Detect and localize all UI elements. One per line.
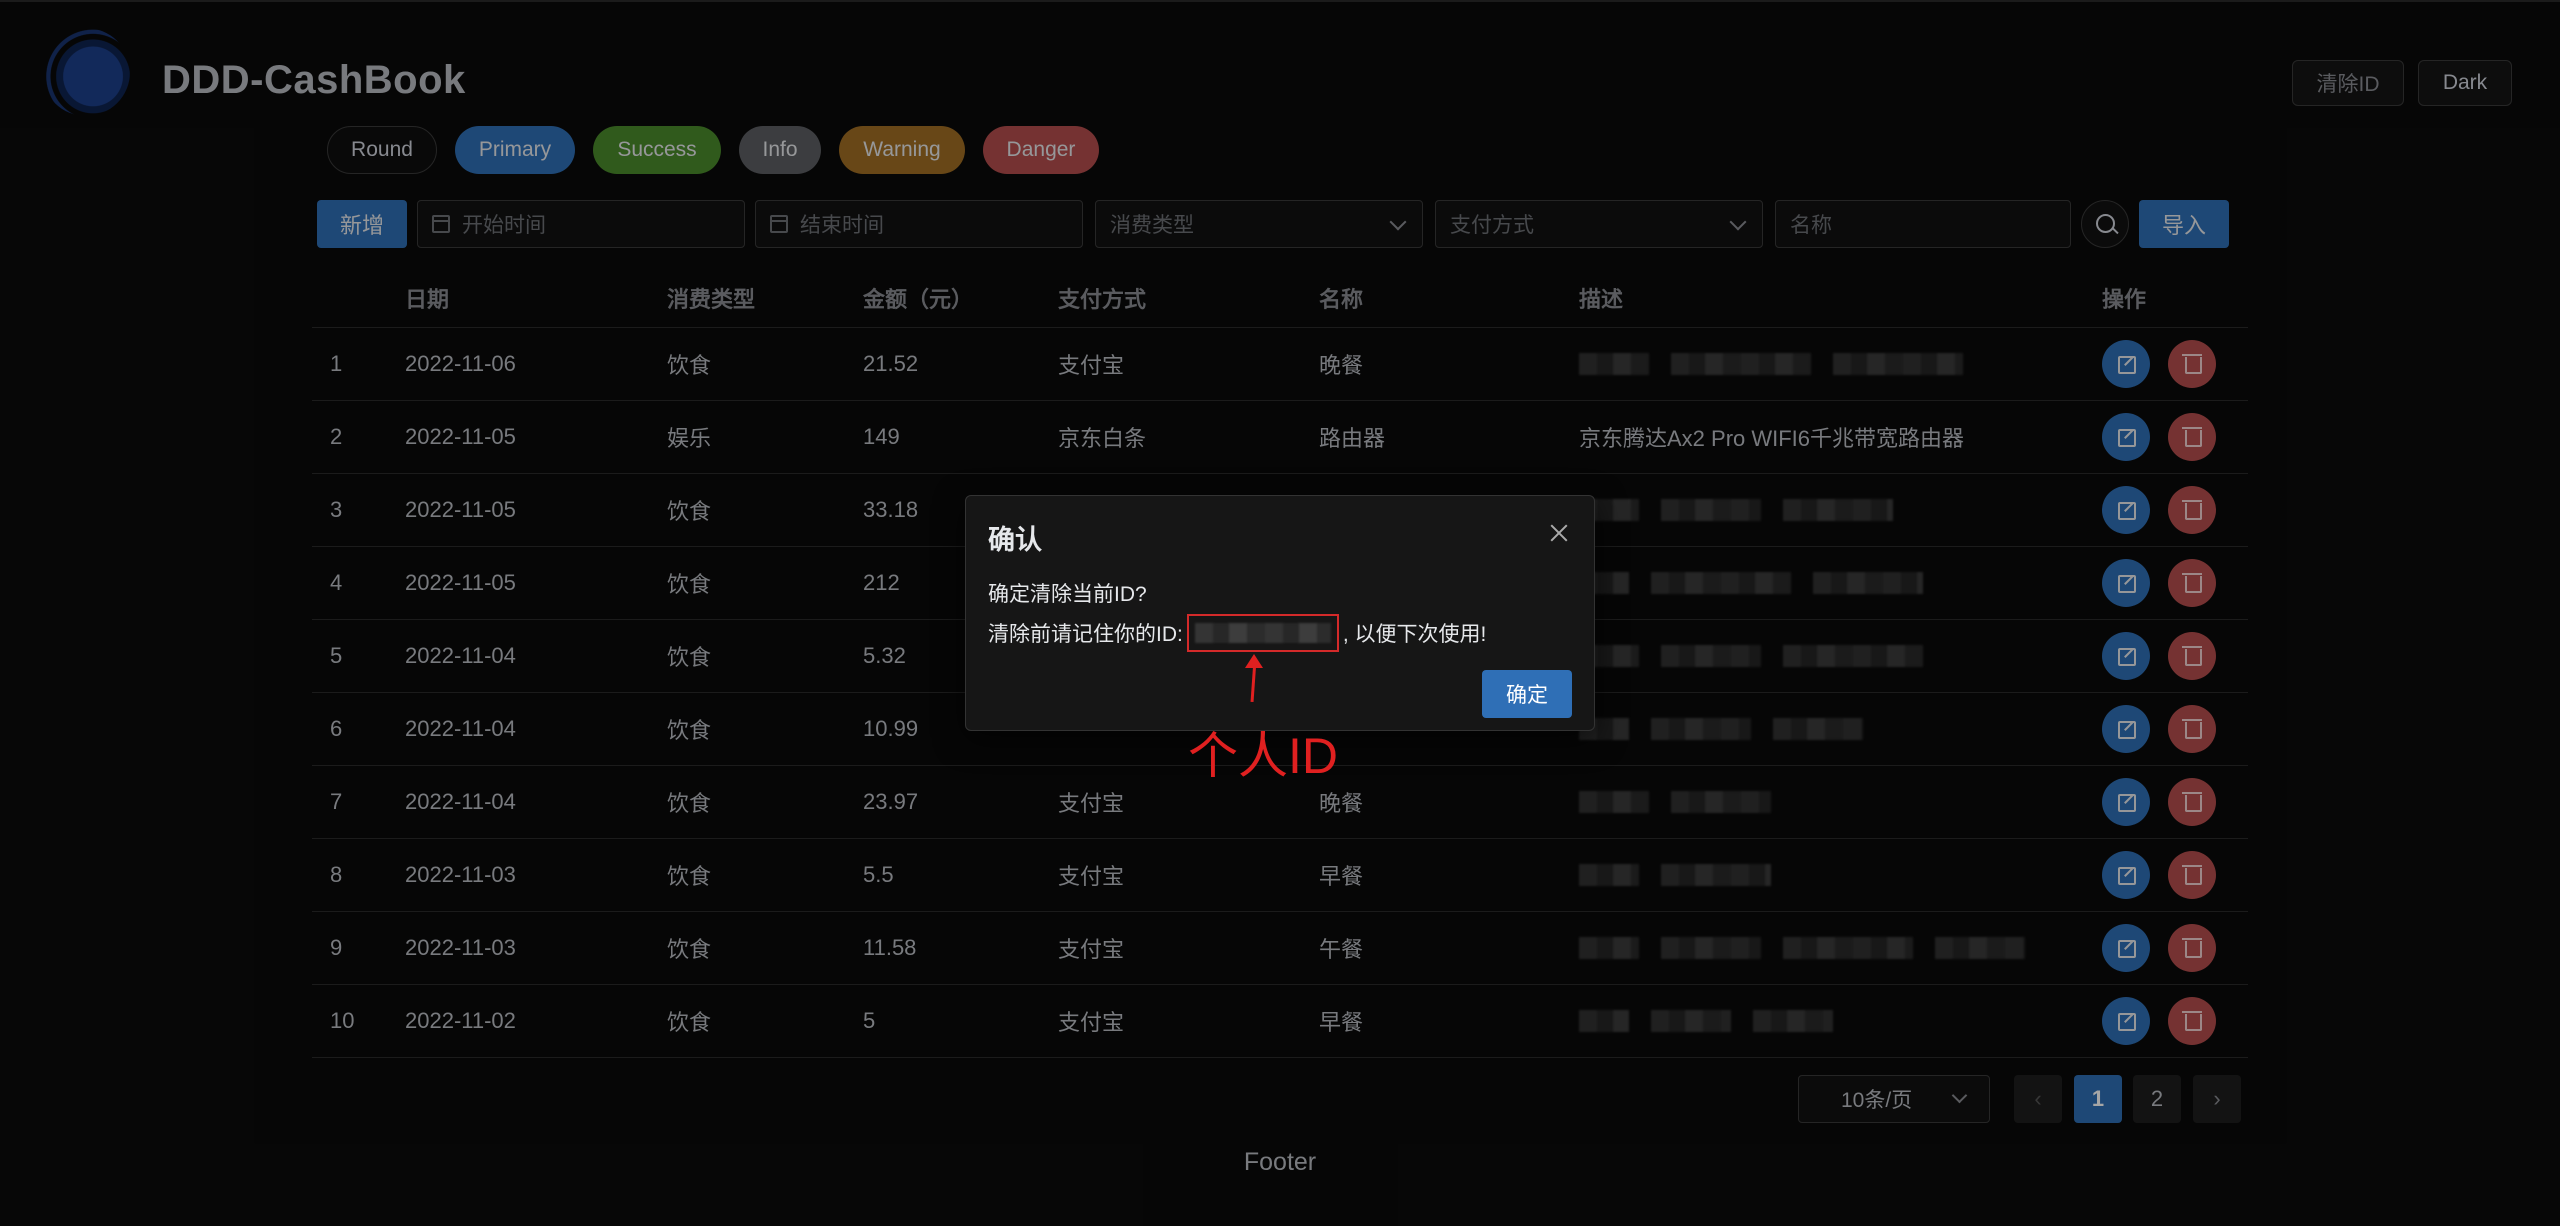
annotation-label: 个人ID xyxy=(1188,728,1338,784)
dialog-title: 确认 xyxy=(988,525,1042,555)
close-icon[interactable] xyxy=(1548,522,1570,544)
redacted-id xyxy=(1194,623,1331,643)
dialog-message: 确定清除当前ID? xyxy=(988,583,1147,606)
dialog-id-suffix: , 以便下次使用! xyxy=(1342,623,1487,646)
dialog-id-prefix: 清除前请记住你的ID: xyxy=(988,623,1183,646)
dialog-id-message: 清除前请记住你的ID: , 以便下次使用! xyxy=(988,614,1486,652)
confirm-dialog: 确认 确定清除当前ID? 清除前请记住你的ID: , 以便下次使用! 确定 xyxy=(965,495,1595,731)
confirm-button[interactable]: 确定 xyxy=(1482,670,1572,718)
personal-id-value xyxy=(1186,614,1339,652)
